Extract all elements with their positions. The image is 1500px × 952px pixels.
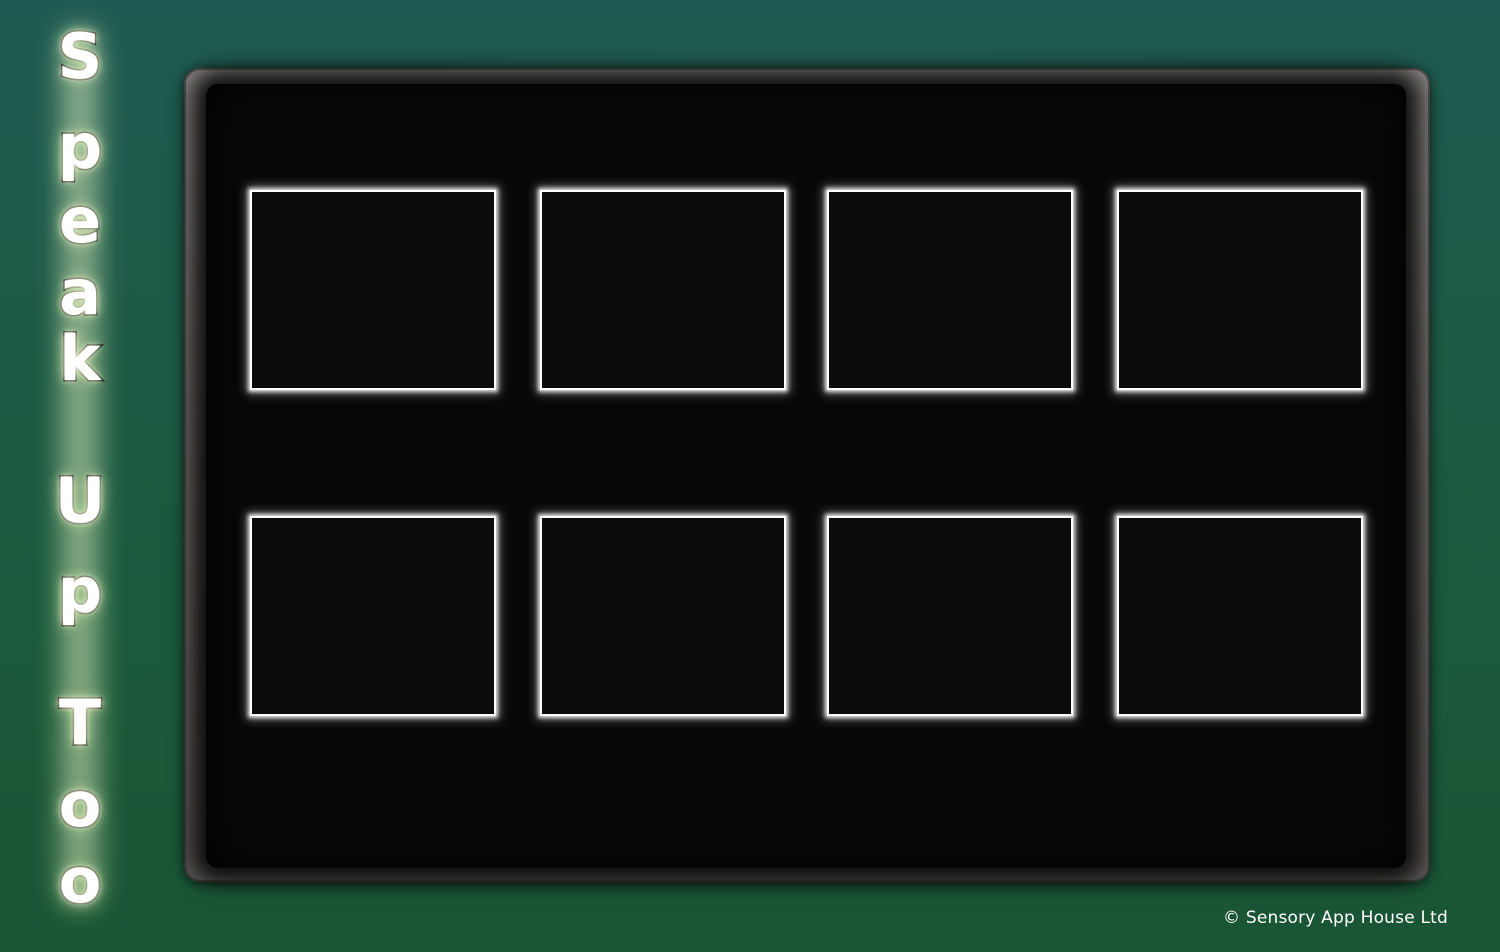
symbol-board bbox=[206, 84, 1406, 868]
symbol-tile-1[interactable] bbox=[250, 190, 496, 390]
symbol-tile-5[interactable] bbox=[250, 516, 496, 716]
symbol-board-frame bbox=[184, 68, 1430, 882]
symbol-tile-8[interactable] bbox=[1117, 516, 1363, 716]
title-letter: p bbox=[56, 110, 103, 183]
title-letter: S bbox=[56, 20, 104, 93]
symbol-tile-3[interactable] bbox=[827, 190, 1073, 390]
title-letter: k bbox=[58, 322, 102, 395]
symbol-tile-4[interactable] bbox=[1117, 190, 1363, 390]
title-letter: e bbox=[57, 184, 102, 257]
symbol-tile-6[interactable] bbox=[540, 516, 786, 716]
app-title-vertical: S p e a k U p T o o bbox=[48, 20, 112, 917]
title-letter: p bbox=[56, 554, 103, 627]
symbol-tile-2[interactable] bbox=[540, 190, 786, 390]
title-letter: o bbox=[57, 844, 103, 917]
title-letter: a bbox=[58, 256, 103, 329]
symbol-tile-7[interactable] bbox=[827, 516, 1073, 716]
copyright-text: © Sensory App House Ltd bbox=[1223, 908, 1448, 928]
title-letter: U bbox=[53, 464, 106, 537]
title-letter: o bbox=[57, 768, 103, 841]
title-letter: T bbox=[57, 686, 102, 759]
